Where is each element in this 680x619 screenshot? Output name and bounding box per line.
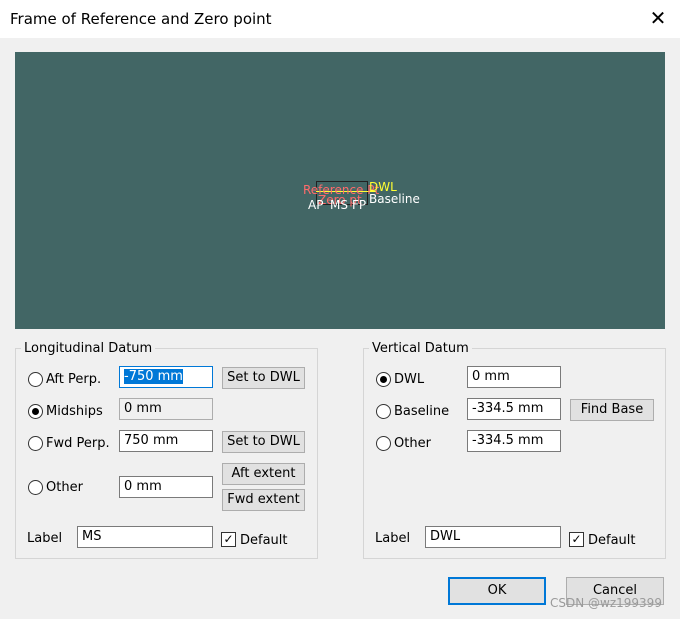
- fwd-extent-button[interactable]: Fwd extent: [222, 489, 305, 511]
- vertical-default-label: Default: [588, 533, 636, 548]
- other-vertical-label: Other: [394, 436, 431, 451]
- hull-preview-canvas[interactable]: Reference Pt Zero pt DWL Baseline AP MS …: [15, 52, 665, 329]
- csdn-watermark: CSDN @wz199399: [550, 596, 662, 610]
- set-to-dwl-fwd-button[interactable]: Set to DWL: [222, 431, 305, 453]
- aft-perp-radio[interactable]: [28, 372, 43, 387]
- title-bar: Frame of Reference and Zero point ✕: [0, 0, 680, 38]
- close-icon[interactable]: ✕: [646, 6, 670, 30]
- baseline-radio[interactable]: [376, 404, 391, 419]
- ap-label: AP: [308, 198, 324, 212]
- baseline-input[interactable]: -334.5 mm: [467, 398, 561, 420]
- longitudinal-label-input[interactable]: MS: [77, 526, 213, 548]
- aft-perp-input[interactable]: -750 mm: [119, 366, 213, 388]
- other-longitudinal-label: Other: [46, 480, 83, 495]
- dwl-radio[interactable]: [376, 372, 391, 387]
- aft-extent-button[interactable]: Aft extent: [222, 463, 305, 485]
- fp-label: FP: [352, 198, 367, 212]
- longitudinal-label-caption: Label: [27, 531, 63, 546]
- find-base-button[interactable]: Find Base: [570, 399, 654, 421]
- other-vertical-input[interactable]: -334.5 mm: [467, 430, 561, 452]
- midships-radio[interactable]: [28, 404, 43, 419]
- vertical-label-input[interactable]: DWL: [425, 526, 561, 548]
- longitudinal-default-checkbox[interactable]: ✓: [221, 532, 236, 547]
- other-longitudinal-input[interactable]: 0 mm: [119, 476, 213, 498]
- vertical-datum-legend: Vertical Datum: [369, 341, 472, 356]
- window-title: Frame of Reference and Zero point: [10, 10, 272, 28]
- vertical-label-caption: Label: [375, 531, 411, 546]
- aft-perp-label: Aft Perp.: [46, 372, 102, 387]
- baseline-radio-label: Baseline: [394, 404, 450, 419]
- aft-perp-value: -750 mm: [124, 369, 183, 384]
- longitudinal-default-label: Default: [240, 533, 288, 548]
- midships-input: 0 mm: [119, 398, 213, 420]
- baseline-label: Baseline: [369, 192, 420, 206]
- fwd-perp-label: Fwd Perp.: [46, 436, 110, 451]
- dwl-input[interactable]: 0 mm: [467, 366, 561, 388]
- fwd-perp-radio[interactable]: [28, 436, 43, 451]
- longitudinal-datum-legend: Longitudinal Datum: [21, 341, 156, 356]
- midships-label: Midships: [46, 404, 103, 419]
- set-to-dwl-aft-button[interactable]: Set to DWL: [222, 367, 305, 389]
- dwl-radio-label: DWL: [394, 372, 425, 387]
- fwd-perp-input[interactable]: 750 mm: [119, 430, 213, 452]
- vertical-default-checkbox[interactable]: ✓: [569, 532, 584, 547]
- other-longitudinal-radio[interactable]: [28, 480, 43, 495]
- other-vertical-radio[interactable]: [376, 436, 391, 451]
- ok-button[interactable]: OK: [448, 577, 546, 605]
- ms-label: MS: [330, 198, 348, 212]
